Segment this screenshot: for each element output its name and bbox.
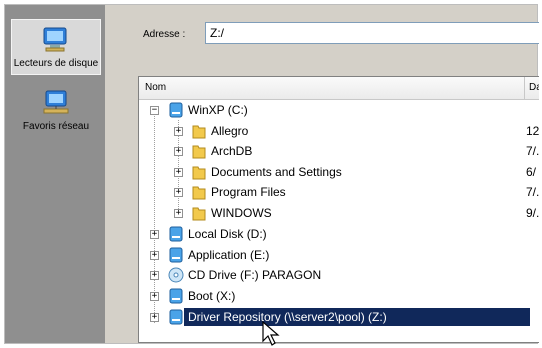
folder-icon — [192, 166, 206, 180]
tree-item-allegro[interactable]: + Allegro 12 — [139, 122, 539, 140]
column-header: Nom Da — [139, 77, 539, 100]
tree-item-application-e[interactable]: + Application (E:) — [139, 246, 539, 264]
expand-toggle[interactable]: + — [150, 271, 159, 280]
expand-toggle[interactable]: + — [174, 127, 183, 136]
tree-item-documents-and-settings[interactable]: + Documents and Settings 6/ — [139, 163, 539, 181]
expand-toggle[interactable]: + — [174, 188, 183, 197]
tree-item-windows[interactable]: + WINDOWS 9/. — [139, 204, 539, 222]
tree-item-label: WINDOWS — [211, 206, 272, 220]
file-dialog: Lecteurs de disque Favoris réseau Adress… — [4, 4, 539, 346]
tree-item-label: Local Disk (D:) — [188, 227, 267, 241]
place-label: Lecteurs de disque — [13, 58, 99, 69]
expand-toggle[interactable]: + — [174, 209, 183, 218]
mouse-cursor-icon — [262, 321, 280, 346]
network-drive-icon — [169, 309, 183, 325]
tree-item-date: 7/. — [526, 185, 539, 199]
drive-icon — [169, 247, 183, 263]
tree-item-winxp[interactable]: − WinXP (C:) — [139, 101, 539, 119]
folder-icon — [192, 186, 206, 200]
folder-tree[interactable]: Nom Da − WinXP (C:) + Allegro 12 + — [138, 76, 539, 343]
address-label: Adresse : — [143, 29, 186, 40]
folder-icon — [192, 207, 206, 221]
tree-item-local-disk-d[interactable]: + Local Disk (D:) — [139, 225, 539, 243]
tree-item-label: WinXP (C:) — [188, 103, 248, 117]
tree-item-archdb[interactable]: + ArchDB 7/. — [139, 142, 539, 160]
cd-drive-icon — [168, 267, 184, 283]
tree-item-label: Program Files — [211, 185, 286, 199]
tree-item-cd-drive-f[interactable]: + CD Drive (F:) PARAGON — [139, 266, 539, 284]
tree-item-label: Application (E:) — [188, 248, 270, 262]
tree-item-label: Allegro — [211, 124, 249, 138]
expand-toggle[interactable]: + — [150, 230, 159, 239]
tree-item-label: ArchDB — [211, 144, 253, 158]
collapse-toggle[interactable]: − — [150, 106, 159, 115]
expand-toggle[interactable]: + — [174, 168, 183, 177]
place-favoris-reseau[interactable]: Favoris réseau — [11, 83, 101, 133]
drive-icon — [169, 102, 183, 118]
tree-item-driver-repository-z[interactable]: + Driver Repository (\\server2\pool) (Z:… — [139, 308, 539, 326]
expand-toggle[interactable]: + — [150, 313, 159, 322]
tree-item-label: Driver Repository (\\server2\pool) (Z:) — [184, 308, 530, 326]
drive-icon — [169, 226, 183, 242]
places-bar: Lecteurs de disque Favoris réseau — [5, 5, 105, 343]
tree-item-label: Boot (X:) — [188, 289, 236, 303]
tree-item-date: 9/. — [526, 206, 539, 220]
address-input[interactable]: Z:/ — [205, 22, 539, 44]
expand-toggle[interactable]: + — [174, 147, 183, 156]
place-label: Favoris réseau — [22, 121, 90, 132]
tree-item-program-files[interactable]: + Program Files 7/. — [139, 183, 539, 201]
computer-icon — [43, 27, 67, 52]
column-date[interactable]: Da — [524, 77, 539, 99]
tree-item-date: 6/ — [526, 165, 537, 179]
tree-item-label: CD Drive (F:) PARAGON — [188, 268, 322, 282]
column-name[interactable]: Nom — [145, 82, 166, 93]
tree-item-boot-x[interactable]: + Boot (X:) — [139, 287, 539, 305]
place-lecteurs-de-disque[interactable]: Lecteurs de disque — [11, 19, 101, 75]
drive-icon — [169, 288, 183, 304]
tree-item-date: 7/. — [526, 144, 539, 158]
expand-toggle[interactable]: + — [150, 251, 159, 260]
expand-toggle[interactable]: + — [150, 292, 159, 301]
network-icon — [43, 90, 69, 114]
folder-icon — [192, 145, 206, 159]
tree-item-label: Documents and Settings — [211, 165, 342, 179]
folder-icon — [192, 125, 206, 139]
tree-item-date: 12 — [526, 124, 539, 138]
